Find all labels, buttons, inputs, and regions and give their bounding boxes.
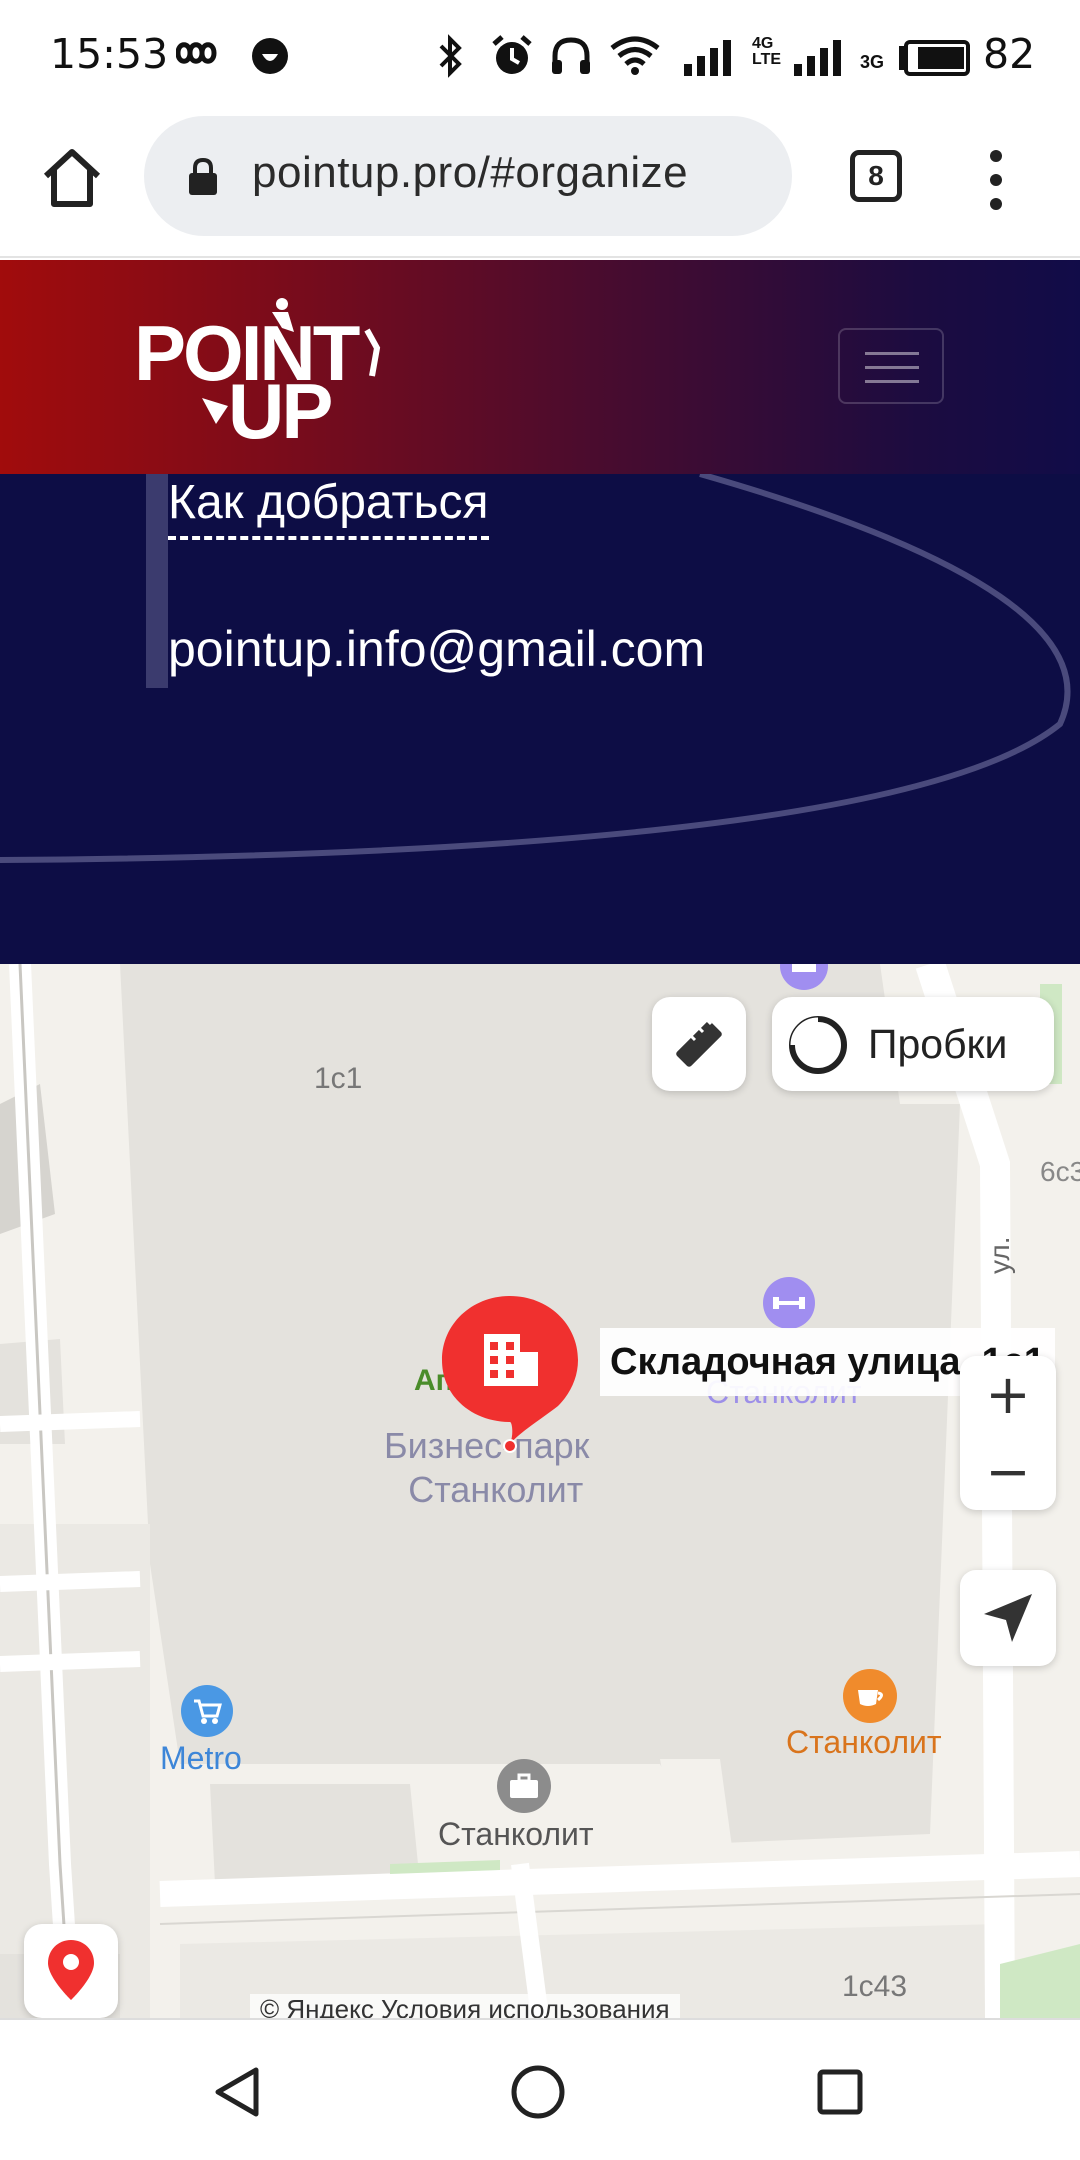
app-notification-icon	[252, 38, 288, 74]
zoom-control: + −	[960, 1356, 1056, 1510]
ruler-button[interactable]	[652, 997, 746, 1091]
map-pin-icon	[48, 1940, 94, 2000]
alarm-icon	[492, 35, 532, 74]
back-icon[interactable]	[212, 2066, 262, 2118]
open-in-yandex-maps-button[interactable]	[24, 1924, 118, 2018]
menu-dot	[990, 198, 1002, 210]
tab-switcher-button[interactable]: 8	[850, 150, 902, 202]
battery-icon	[899, 40, 970, 76]
zoom-out-button[interactable]: −	[960, 1433, 1056, 1510]
signal-icon-1	[684, 40, 731, 76]
cafe-icon[interactable]	[842, 1668, 898, 1724]
traffic-button[interactable]: Пробки	[772, 997, 1054, 1091]
office-label: Станколит	[438, 1816, 594, 1852]
traffic-label: Пробки	[868, 1021, 1008, 1067]
bluetooth-icon	[439, 34, 462, 78]
gym-icon[interactable]	[762, 1276, 816, 1330]
nav-menu-toggle[interactable]	[838, 328, 944, 404]
directions-link[interactable]: Как добраться	[168, 474, 489, 540]
building-label: 1с43	[842, 1970, 908, 2003]
network-4g-label: 4G LTE	[752, 36, 781, 68]
map-widget[interactable]: 1с1 6с3 1с43 Ап...6 Бизнес-парк Станколи…	[0, 964, 1080, 2018]
recents-icon[interactable]	[816, 2068, 864, 2116]
locate-me-button[interactable]	[960, 1570, 1056, 1666]
ruler-icon	[676, 1018, 722, 1067]
hamburger-line	[865, 380, 919, 383]
headphones-icon	[552, 37, 590, 74]
menu-dot	[990, 150, 1002, 162]
lock-icon	[189, 158, 217, 195]
hamburger-line	[865, 352, 919, 355]
metro-store-label: Metro	[160, 1740, 242, 1776]
home-icon[interactable]	[40, 146, 104, 210]
navigation-arrow-icon	[984, 1594, 1032, 1642]
map-copyright[interactable]: © Яндекс Условия использования	[250, 1994, 680, 2018]
browser-menu-button[interactable]	[978, 150, 1014, 210]
signal-icon-2	[794, 40, 841, 76]
email-link[interactable]: pointup.info@gmail.com	[168, 620, 705, 678]
network-4g-text: 4G	[752, 35, 774, 52]
url-text[interactable]: pointup.pro/#organize	[252, 148, 688, 198]
printer-icon[interactable]	[778, 964, 830, 990]
battery-percentage: 82	[983, 30, 1036, 78]
decorative-ellipse	[0, 474, 1071, 863]
cafe-label: Станколит	[786, 1724, 942, 1760]
menu-dot	[990, 174, 1002, 186]
building-label: 1с1	[314, 1062, 363, 1095]
briefcase-icon[interactable]	[496, 1758, 552, 1814]
svg-text:UP: UP	[228, 367, 331, 448]
status-bar: 15:53 4G LTE 3G 82	[0, 0, 1080, 112]
building-label: 6с3	[1040, 1156, 1080, 1187]
point-up-logo[interactable]: POINT UP	[132, 298, 392, 448]
infinity-icon	[176, 42, 217, 64]
network-3g-label: 3G	[860, 52, 885, 72]
shopping-cart-icon[interactable]	[180, 1684, 234, 1738]
browser-toolbar: pointup.pro/#organize 8	[0, 112, 1080, 258]
traffic-icon	[789, 1016, 847, 1074]
wifi-icon	[610, 36, 660, 75]
location-pin-icon[interactable]	[440, 1294, 580, 1454]
street-label: ул.	[984, 1236, 1015, 1274]
contact-section: Как добраться pointup.info@gmail.com	[0, 474, 1080, 964]
network-lte-text: LTE	[752, 51, 782, 68]
android-nav-bar	[0, 2018, 1080, 2160]
site-header: POINT UP	[0, 260, 1080, 474]
zoom-in-button[interactable]: +	[960, 1356, 1056, 1433]
home-circle-icon[interactable]	[510, 2064, 566, 2120]
hamburger-line	[865, 366, 919, 369]
business-park-name-2: Станколит	[408, 1469, 584, 1510]
address-bar[interactable]: pointup.pro/#organize	[144, 116, 792, 236]
status-time: 15:53	[50, 30, 169, 78]
